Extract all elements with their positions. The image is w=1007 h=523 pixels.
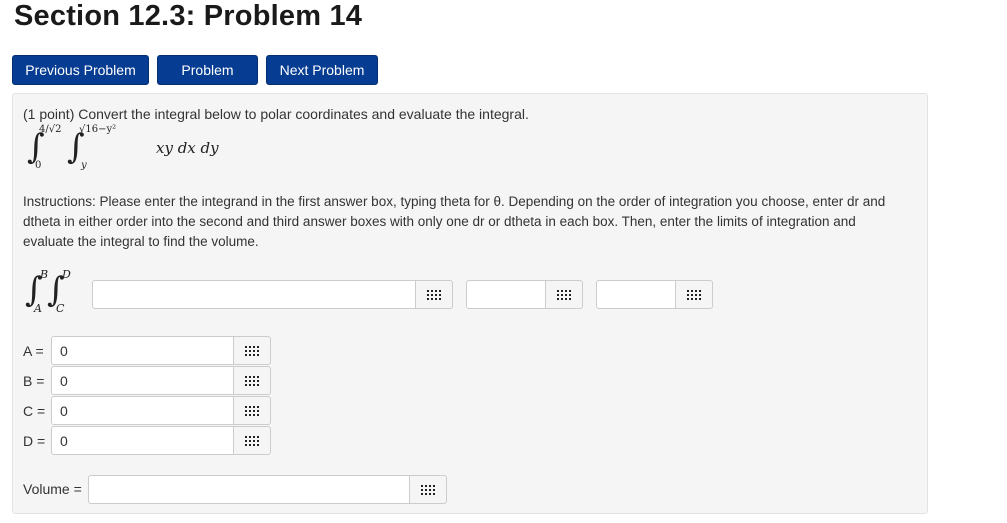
given-integral: ∫ 4/√2 0 ∫ √16−y² y xy dx dy (27, 124, 247, 174)
lower-limit-A: A (34, 302, 42, 315)
integral-sign-inner: ∫ (67, 127, 85, 167)
instructions-line-2: dtheta in either order into the second a… (23, 214, 856, 229)
limit-D-label: D = (23, 433, 46, 449)
upper-limit-D: D (62, 268, 71, 281)
limit-C-input[interactable] (51, 396, 234, 425)
differential-2-input[interactable] (596, 280, 676, 309)
inner-lower-limit: y (81, 160, 87, 171)
integrand-text: xy dx dy (156, 139, 219, 157)
limit-C-editor-button[interactable] (234, 396, 271, 425)
volume-label: Volume = (23, 481, 82, 497)
instructions-line-3: evaluate the integral to find the volume… (23, 234, 259, 249)
limit-D-input[interactable] (51, 426, 234, 455)
outer-upper-limit: 4/√2 (39, 124, 62, 135)
previous-problem-button[interactable]: Previous Problem (12, 55, 149, 85)
limit-C-label: C = (23, 403, 46, 419)
inner-upper-limit: √16−y² (79, 124, 117, 135)
integrand-editor-button[interactable] (416, 280, 453, 309)
lower-limit-C: C (56, 302, 65, 315)
limit-B-input[interactable] (51, 366, 234, 395)
grid-icon[interactable] (427, 290, 441, 300)
limit-D-editor-button[interactable] (234, 426, 271, 455)
grid-icon[interactable] (245, 346, 259, 356)
grid-icon[interactable] (245, 376, 259, 386)
grid-icon[interactable] (557, 290, 571, 300)
volume-editor-button[interactable] (410, 475, 447, 504)
integrand-input[interactable] (92, 280, 416, 309)
limit-A-input[interactable] (51, 336, 234, 365)
grid-icon[interactable] (421, 485, 435, 495)
problem-list-button[interactable]: Problem List (157, 55, 258, 106)
differential-2-editor-button[interactable] (676, 280, 713, 309)
differential-1-input[interactable] (466, 280, 546, 309)
outer-lower-limit: 0 (35, 160, 42, 171)
limit-A-editor-button[interactable] (234, 336, 271, 365)
grid-icon[interactable] (687, 290, 701, 300)
grid-icon[interactable] (245, 406, 259, 416)
limit-B-editor-button[interactable] (234, 366, 271, 395)
next-problem-button[interactable]: Next Problem (266, 55, 378, 85)
page-title: Section 12.3: Problem 14 (14, 0, 363, 32)
grid-icon[interactable] (245, 436, 259, 446)
differential-1-editor-button[interactable] (546, 280, 583, 309)
instructions-line-1: Instructions: Please enter the integrand… (23, 194, 886, 209)
limit-B-label: B = (23, 373, 45, 389)
problem-nav: Previous Problem Problem List Next Probl… (12, 55, 378, 106)
integral-sign-outer: ∫ (27, 127, 45, 167)
limit-A-label: A = (23, 343, 44, 359)
problem-intro: (1 point) Convert the integral below to … (23, 106, 529, 122)
volume-input[interactable] (88, 475, 410, 504)
problem-panel: (1 point) Convert the integral below to … (12, 93, 928, 514)
